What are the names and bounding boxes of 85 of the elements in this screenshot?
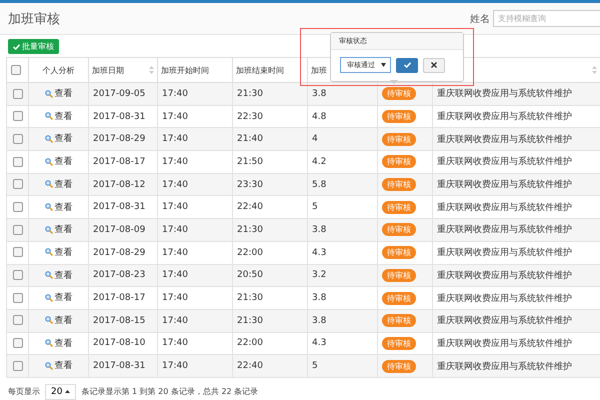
end-time-cell: 22:40 [232,354,308,378]
end-time-cell: 21:30 [232,218,308,242]
status-badge: 待审核 [382,292,416,305]
column-header[interactable]: 个人分析 [42,66,74,74]
date-cell: 2017-08-17 [88,286,158,310]
magnifier-icon [44,248,52,256]
magnifier-icon [44,90,52,98]
row-checkbox[interactable] [12,224,22,235]
end-time-cell: 22:00 [232,241,308,264]
sort-icon [149,66,154,74]
row-checkbox[interactable] [12,202,22,212]
status-badge: 待审核 [382,268,416,282]
sort-icon [592,66,597,74]
status-badge: 待审核 [382,155,416,168]
row-checkbox[interactable] [12,247,22,258]
end-time-cell: 21:50 [232,150,308,174]
end-time-cell: 21:30 [232,309,308,332]
start-time-cell: 17:40 [158,241,232,264]
page-size-dropdown[interactable]: 20 [45,384,76,400]
date-cell: 2017-08-31 [88,354,158,378]
start-time-cell: 17:40 [158,82,232,106]
status-badge: 待审核 [382,178,416,192]
end-time-cell: 21:30 [232,286,308,310]
status-badge: 待审核 [382,223,416,236]
search-label: 姓名 [470,12,490,26]
caret-icon [65,390,70,394]
status-badge: 待审核 [382,132,416,146]
end-time-cell: 21:30 [232,82,308,106]
close-icon [431,62,437,68]
magnifier-icon [44,362,52,370]
row-checkbox[interactable] [12,270,22,280]
row-checkbox[interactable] [12,338,22,348]
check-icon [13,44,20,50]
hours-cell: 5 [308,354,378,378]
check-icon [404,62,410,68]
page-title: 加班审核 [8,10,60,28]
status-badge: 待审核 [382,110,416,124]
select-all-checkbox[interactable] [11,64,21,75]
date-cell: 2017-08-29 [88,241,158,264]
hours-cell: 4.3 [308,241,378,264]
row-checkbox[interactable] [12,156,22,167]
confirm-button[interactable] [396,58,418,72]
hours-cell: 4.2 [308,150,378,174]
magnifier-icon [44,226,52,234]
status-badge: 待审核 [382,87,416,100]
hours-cell: 3.8 [308,309,378,332]
magnifier-icon [44,271,52,280]
hours-cell: 3.8 [308,218,378,242]
start-time-cell: 17:40 [158,309,232,332]
row-checkbox[interactable] [12,88,22,99]
start-time-cell: 17:40 [158,286,232,310]
row-checkbox[interactable] [12,134,22,144]
column-header[interactable]: 加班 [311,66,327,74]
magnifier-icon [44,112,52,120]
magnifier-icon [44,203,52,212]
magnifier-icon [44,316,52,324]
start-time-cell: 17:40 [158,354,232,378]
date-cell: 2017-08-17 [88,150,158,174]
column-header[interactable]: 加班日期 [92,66,124,74]
per-page-label: 每页显示 [8,386,40,398]
status-badge: 待审核 [382,200,416,214]
start-time-cell: 17:40 [158,218,232,242]
row-checkbox[interactable] [12,111,22,122]
cancel-button[interactable] [423,58,445,72]
date-cell: 2017-08-15 [88,309,158,332]
record-summary: 条记录显示第 1 到第 20 条记录，总共 22 条记录 [81,386,258,398]
search-field[interactable]: 支持模糊查询 [493,10,600,27]
magnifier-icon [44,294,52,302]
row-checkbox[interactable] [12,360,22,371]
row-checkbox[interactable] [12,315,22,326]
magnifier-icon [44,134,52,143]
row-checkbox[interactable] [12,292,22,303]
status-badge: 待审核 [382,360,416,373]
date-cell: 2017-08-09 [88,218,158,242]
date-cell: 2017-09-05 [88,82,158,106]
caret-icon [381,63,386,67]
hours-cell: 3.8 [308,286,378,310]
magnifier-icon [44,339,52,348]
status-badge: 待审核 [382,336,416,350]
magnifier-icon [44,158,52,166]
status-badge: 待审核 [382,314,416,328]
start-time-cell: 17:40 [158,150,232,174]
row-checkbox[interactable] [12,179,22,190]
magnifier-icon [44,180,52,188]
status-badge: 待审核 [382,246,416,260]
